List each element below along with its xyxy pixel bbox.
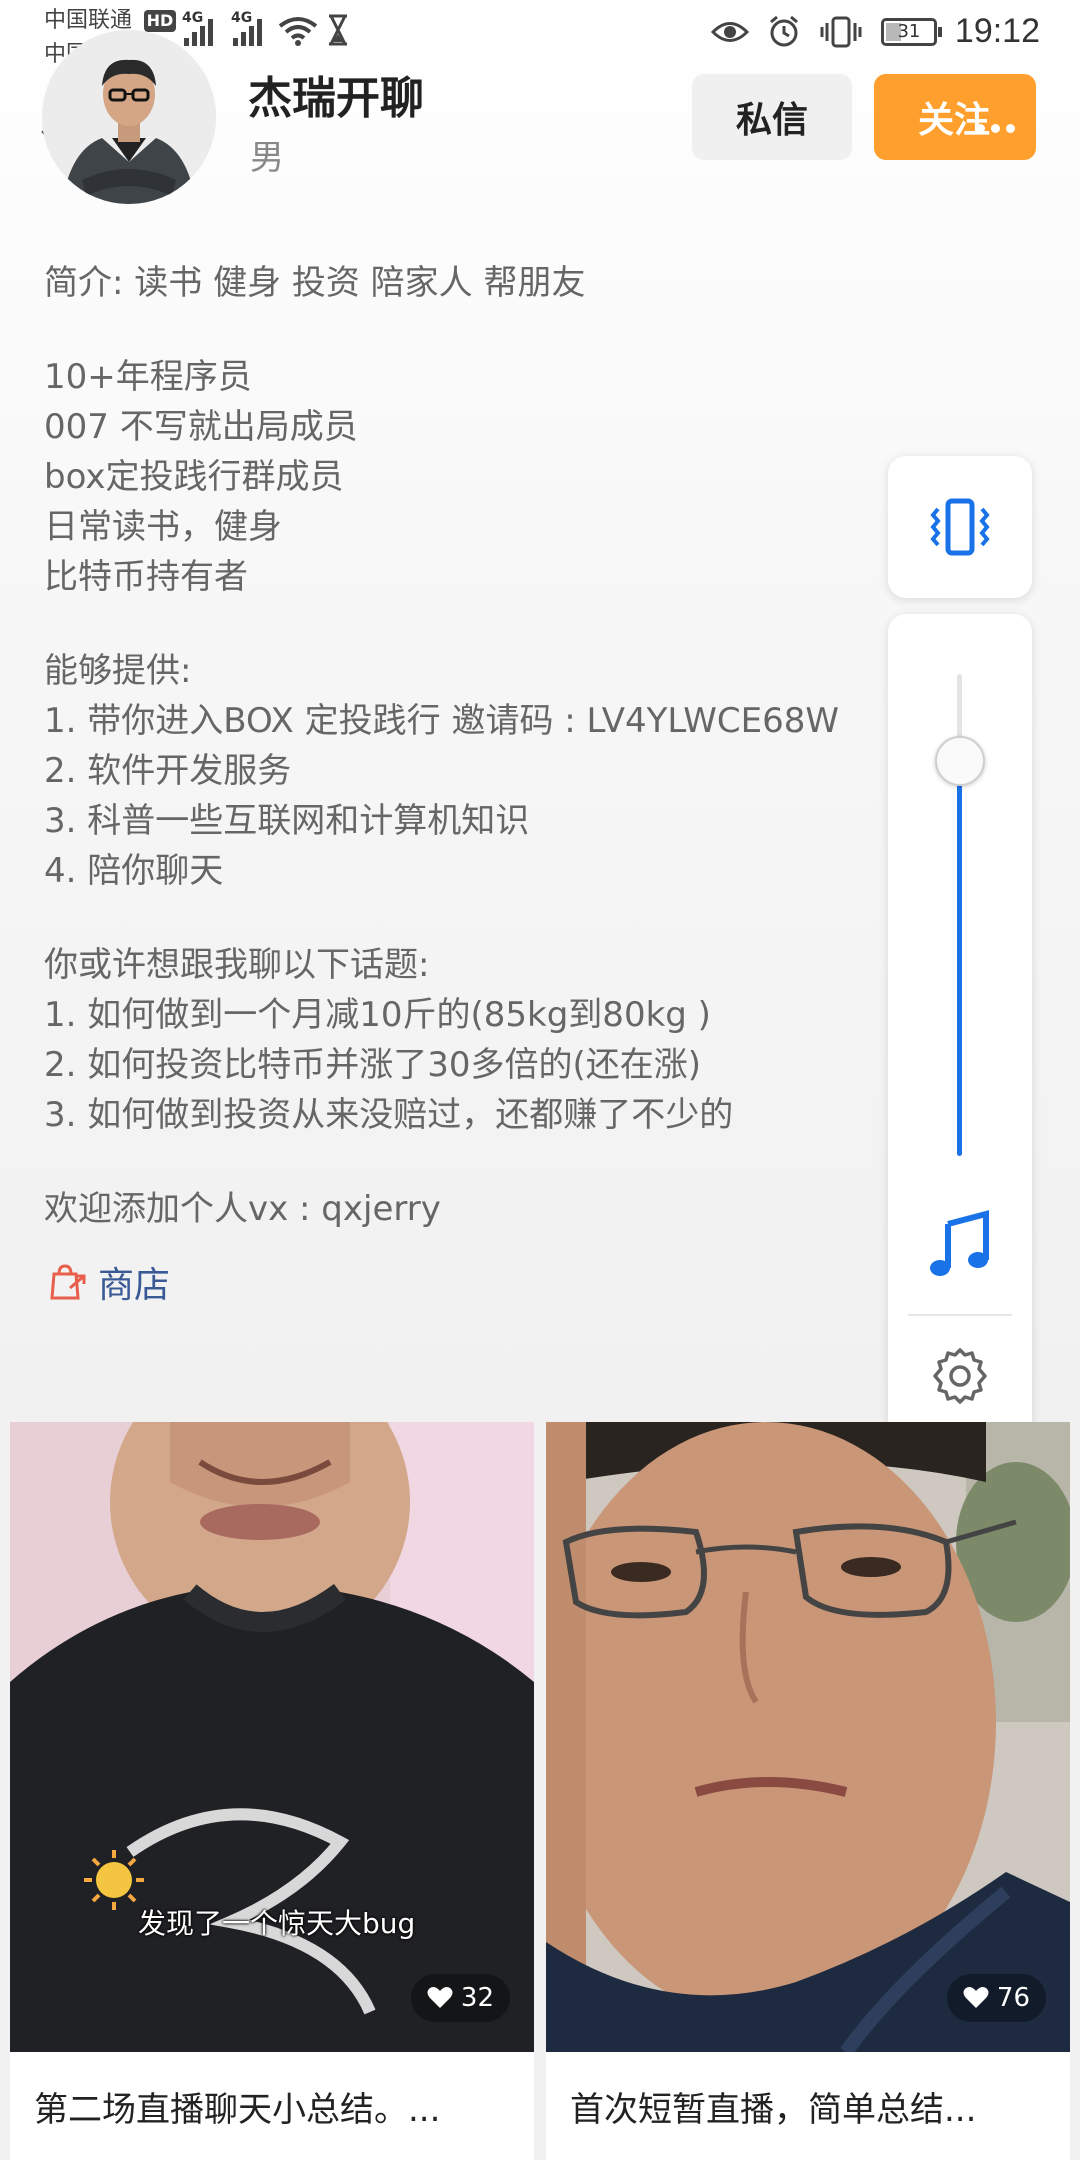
video-card[interactable]: 发现了一个惊天大bug 32 第二场直播聊天小总结。... bbox=[10, 1422, 534, 2160]
heart-icon bbox=[963, 1987, 989, 2008]
bio-spacer bbox=[44, 1140, 904, 1184]
signal-group: 4G 4G bbox=[182, 10, 350, 46]
music-note-icon[interactable] bbox=[926, 1210, 994, 1280]
bio-line: 比特币持有者 bbox=[44, 557, 248, 597]
bio-line: 欢迎添加个人vx : qxjerry bbox=[44, 1189, 441, 1229]
panel-divider bbox=[908, 1314, 1012, 1316]
status-right-group: 31 19:12 bbox=[710, 12, 1040, 51]
profile-name: 杰瑞开聊 bbox=[248, 73, 424, 124]
bio-line: 你或许想跟我聊以下话题: bbox=[44, 945, 430, 985]
hourglass-icon bbox=[329, 14, 347, 46]
more-options-icon[interactable] bbox=[976, 118, 1036, 138]
bio-spacer bbox=[44, 896, 904, 940]
bio-spacer bbox=[44, 308, 904, 352]
bio-spacer bbox=[44, 602, 904, 646]
video-title: 第二场直播聊天小总结。... bbox=[34, 2090, 441, 2130]
heart-icon bbox=[427, 1987, 453, 2008]
video-caption: 发现了一个惊天大bug bbox=[138, 1907, 416, 1940]
volume-slider-fill bbox=[957, 760, 962, 1156]
bio-line: 2. 如何投资比特币并涨了30多倍的(还在涨) bbox=[44, 1045, 702, 1085]
bio-line: 4. 陪你聊天 bbox=[44, 851, 224, 891]
volume-slider-thumb[interactable] bbox=[935, 735, 985, 786]
like-count: 76 bbox=[996, 1983, 1030, 2013]
hd-badge: HD bbox=[144, 10, 176, 32]
bio-line: 3. 如何做到投资从来没赔过，还都赚了不少的 bbox=[44, 1095, 734, 1135]
bio-line: 简介: 读书 健身 投资 陪家人 帮朋友 bbox=[44, 263, 586, 303]
bio-line: 1. 如何做到一个月减10斤的(85kg到80kg ) bbox=[44, 995, 711, 1035]
gear-icon[interactable] bbox=[930, 1346, 990, 1406]
video-title: 首次短暂直播，简单总结... bbox=[570, 2090, 977, 2130]
bio-line: box定投践行群成员 bbox=[44, 457, 344, 497]
video-thumbnail: 发现了一个惊天大bug 32 bbox=[10, 1422, 534, 2052]
profile-screen: 中国联通 HD 中国联 4G 4G bbox=[0, 0, 1080, 2160]
bio-line: 日常读书，健身 bbox=[44, 507, 282, 547]
shop-label: 商店 bbox=[98, 1265, 171, 1306]
vibrate-icon bbox=[820, 16, 862, 47]
wifi-icon bbox=[278, 17, 318, 46]
shop-link[interactable]: 商店 bbox=[48, 1256, 170, 1308]
like-count-badge: 32 bbox=[410, 1974, 510, 2022]
vibrate-mode-icon bbox=[930, 498, 990, 556]
bio-line: 2. 软件开发服务 bbox=[44, 751, 292, 791]
bio-line: 007 不写就出局成员 bbox=[44, 407, 358, 447]
bio-line: 3. 科普一些互联网和计算机知识 bbox=[44, 801, 530, 841]
signal-icon: 4G bbox=[182, 10, 213, 46]
like-count-badge: 76 bbox=[946, 1974, 1046, 2022]
avatar[interactable] bbox=[42, 30, 216, 204]
shop-bag-icon bbox=[50, 1264, 86, 1300]
vibrate-mode-toggle[interactable] bbox=[888, 456, 1032, 598]
battery-level: 31 bbox=[897, 20, 921, 42]
message-button[interactable]: 私信 bbox=[692, 74, 852, 160]
clock: 19:12 bbox=[954, 12, 1040, 50]
alarm-icon bbox=[769, 15, 798, 46]
video-thumbnail: 76 bbox=[546, 1422, 1070, 2052]
bio-line: 1. 带你进入BOX 定投践行 邀请码 : LV4YLWCE68W bbox=[44, 701, 839, 741]
volume-panel bbox=[888, 614, 1032, 1444]
profile-gender: 男 bbox=[250, 138, 284, 178]
follow-button[interactable]: 关注 bbox=[874, 74, 1036, 160]
bio-line: 10+年程序员 bbox=[44, 357, 252, 397]
eye-icon bbox=[710, 21, 749, 42]
bio-line: 能够提供: bbox=[44, 651, 192, 691]
signal-icon-2: 4G bbox=[231, 10, 262, 46]
bio-section: 简介: 读书 健身 投资 陪家人 帮朋友 10+年程序员 007 不写就出局成员 bo… bbox=[44, 258, 904, 1234]
battery-icon: 31 bbox=[880, 17, 942, 46]
like-count: 32 bbox=[460, 1983, 494, 2013]
video-card[interactable]: 76 首次短暂直播，简单总结... bbox=[546, 1422, 1070, 2160]
